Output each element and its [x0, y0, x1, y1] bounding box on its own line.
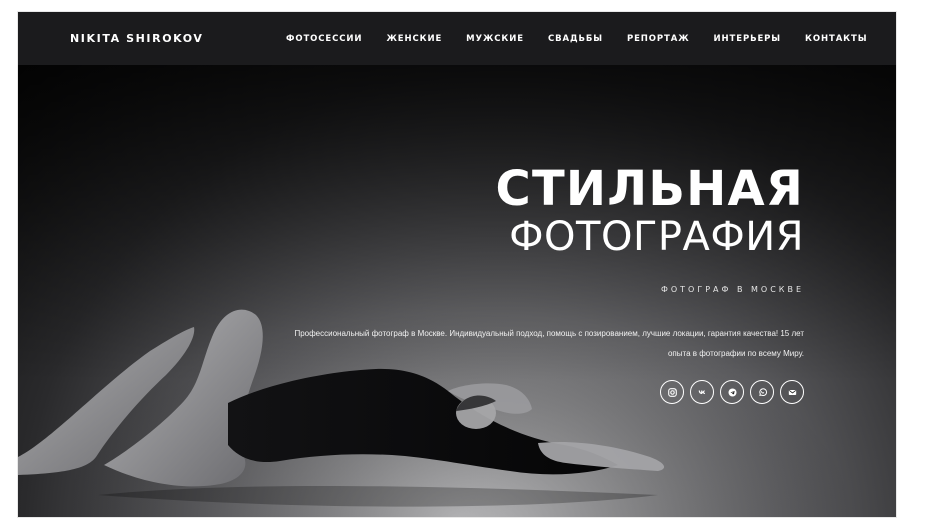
nav-item-reportage[interactable]: РЕПОРТАЖ	[627, 34, 690, 44]
brand-logo[interactable]: NIKITA SHIROKOV	[70, 12, 204, 65]
nav-item-men[interactable]: МУЖСКИЕ	[466, 34, 524, 44]
hero-section: СТИЛЬНАЯ ФОТОГРАФИЯ ФОТОГРАФ В МОСКВЕ Пр…	[18, 65, 896, 517]
nav-item-women[interactable]: ЖЕНСКИЕ	[386, 34, 442, 44]
hero-copy: СТИЛЬНАЯ ФОТОГРАФИЯ ФОТОГРАФ В МОСКВЕ Пр…	[284, 163, 804, 404]
hero-title-line2: ФОТОГРАФИЯ	[509, 214, 804, 260]
hero-description: Профессиональный фотограф в Москве. Инди…	[294, 329, 804, 358]
main-nav: ФОТОСЕССИИ ЖЕНСКИЕ МУЖСКИЕ СВАДЬБЫ РЕПОР…	[286, 12, 867, 65]
hero-title-line1: СТИЛЬНАЯ	[495, 161, 804, 217]
nav-item-contacts[interactable]: КОНТАКТЫ	[805, 34, 867, 44]
nav-item-weddings[interactable]: СВАДЬБЫ	[548, 34, 603, 44]
telegram-icon[interactable]	[720, 380, 744, 404]
website-frame: NIKITA SHIROKOV ФОТОСЕССИИ ЖЕНСКИЕ МУЖСК…	[18, 12, 896, 517]
instagram-icon[interactable]	[660, 380, 684, 404]
whatsapp-icon[interactable]	[750, 380, 774, 404]
email-icon[interactable]	[780, 380, 804, 404]
hero-subtitle: ФОТОГРАФ В МОСКВЕ	[660, 285, 804, 294]
top-navigation-bar: NIKITA SHIROKOV ФОТОСЕССИИ ЖЕНСКИЕ МУЖСК…	[18, 12, 896, 65]
vk-icon[interactable]	[690, 380, 714, 404]
nav-item-interiors[interactable]: ИНТЕРЬЕРЫ	[714, 34, 781, 44]
nav-item-photoshoots[interactable]: ФОТОСЕССИИ	[286, 34, 362, 44]
social-links	[284, 380, 804, 404]
